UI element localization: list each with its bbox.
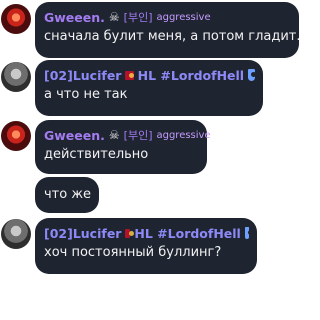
user-tag: HL #LordofHell	[134, 225, 241, 241]
message-text: сначала булит меня, а потом гладит.	[44, 29, 301, 44]
message-text: а что не так	[44, 87, 128, 102]
user-badge: aggressive	[156, 11, 211, 23]
avatar[interactable]	[1, 121, 31, 151]
shield-icon	[248, 69, 256, 81]
avatar[interactable]	[1, 4, 31, 34]
avatar[interactable]	[1, 62, 31, 92]
message-bubble: Gweeen. ☠ [부인] aggressive действительно	[35, 120, 211, 174]
user-tag: [부인]	[123, 11, 153, 24]
message-bubble: Gweeen. ☠ [부인] aggressive сначала булит …	[35, 2, 301, 58]
shield-icon	[244, 227, 254, 239]
username[interactable]: Gweeen.	[44, 128, 105, 143]
message-bubble: [02]Lucifer HL #LordofHell хоч постоянны…	[35, 218, 257, 274]
flag-icon	[125, 228, 135, 238]
flag-icon	[125, 70, 135, 80]
skull-icon: ☠	[108, 10, 120, 24]
user-badge: aggressive	[156, 129, 211, 141]
message-bubble: что же	[35, 177, 99, 213]
username[interactable]: [02]Lucifer	[44, 226, 121, 241]
avatar[interactable]	[1, 219, 31, 249]
user-tag: [부인]	[123, 129, 153, 142]
message-text: хоч постоянный буллинг?	[44, 245, 222, 260]
message-bubble: [02]Lucifer HL #LordofHell а что не так	[35, 60, 263, 116]
skull-icon: ☠	[108, 128, 120, 142]
user-tag: HL #LordofHell	[137, 67, 245, 83]
username[interactable]: Gweeen.	[44, 10, 105, 25]
message-text: что же	[44, 187, 92, 202]
message-text: действительно	[44, 147, 149, 162]
username[interactable]: [02]Lucifer	[44, 68, 121, 83]
